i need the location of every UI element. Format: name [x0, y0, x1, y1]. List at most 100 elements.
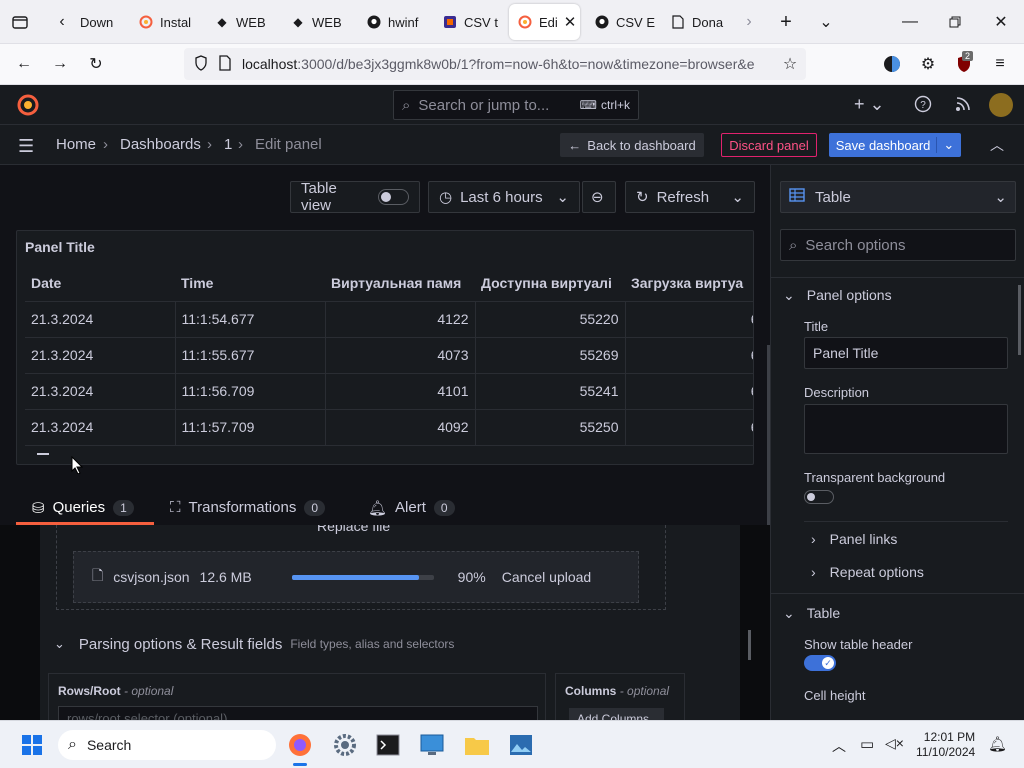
browser-tab-2[interactable]: Instal: [130, 4, 200, 40]
terminal-icon[interactable]: [372, 729, 404, 761]
windows-start-icon[interactable]: [16, 729, 48, 761]
tab-label: hwinf: [388, 14, 419, 30]
panel-links-section[interactable]: › Panel links: [811, 531, 897, 547]
breadcrumb-dashboard[interactable]: 1: [224, 136, 232, 153]
photo-app-icon[interactable]: [505, 729, 537, 761]
remote-desktop-icon[interactable]: [416, 729, 448, 761]
grafana-logo-icon[interactable]: [16, 93, 40, 120]
replace-file-link[interactable]: Replace file: [317, 525, 390, 534]
search-bar[interactable]: ⌕ Search or jump to... ⌨ ctrl+k: [393, 90, 639, 120]
list-all-tabs-icon[interactable]: ⌄: [814, 10, 838, 34]
column-header[interactable]: Загрузка виртуа: [625, 266, 753, 302]
visualization-picker[interactable]: Table ⌄: [780, 181, 1016, 213]
zoom-out-button[interactable]: ⊖: [582, 181, 616, 213]
show-hidden-icons-icon[interactable]: ︿: [832, 736, 846, 756]
breadcrumb-home[interactable]: Home: [56, 136, 96, 153]
extension-moon-icon[interactable]: [880, 52, 904, 76]
breadcrumb-dashboards[interactable]: Dashboards: [120, 136, 201, 153]
notification-bell-icon[interactable]: 🔔︎: [988, 735, 1007, 753]
panel-options-section[interactable]: ⌄ Panel options: [783, 287, 892, 304]
back-arrow-icon[interactable]: ←: [12, 52, 36, 76]
back-to-dashboard-button[interactable]: ← Back to dashboard: [560, 133, 704, 157]
bookmark-star-icon[interactable]: ☆: [778, 52, 802, 76]
tab-groups-icon[interactable]: [8, 10, 32, 34]
settings-gear-icon[interactable]: [329, 729, 361, 761]
close-window-icon[interactable]: ✕: [989, 10, 1013, 34]
firefox-icon[interactable]: [284, 729, 316, 761]
table-cell: 55241: [475, 373, 626, 410]
volume-muted-icon[interactable]: ◁×: [885, 735, 904, 752]
refresh-button[interactable]: ↻ Refresh ⌄: [625, 181, 755, 213]
table-cell: 21.3.2024: [25, 409, 176, 446]
search-options-input[interactable]: ⌕ Search options: [780, 229, 1016, 261]
browser-tab-6[interactable]: CSV t: [434, 4, 504, 40]
news-rss-icon[interactable]: [954, 95, 972, 116]
browser-tab-8[interactable]: CSV E: [586, 4, 660, 40]
close-tab-icon[interactable]: ✕: [564, 13, 577, 31]
url-bar[interactable]: localhost:3000/d/be3jx3ggmk8w0b/1?from=n…: [184, 48, 806, 80]
browser-tab-9[interactable]: Dona: [662, 4, 732, 40]
forward-arrow-icon[interactable]: →: [48, 52, 72, 76]
menu-toggle-icon[interactable]: ☰: [18, 136, 34, 157]
data-table: Date Time Виртуальная памя Доступна вирт…: [25, 266, 753, 446]
options-scrollbar[interactable]: [1018, 285, 1021, 355]
title-input[interactable]: Panel Title: [804, 337, 1008, 369]
save-dashboard-button[interactable]: Save dashboard ⌄: [829, 133, 961, 157]
rows-root-input[interactable]: rows/root selector (optional): [58, 706, 538, 720]
parsing-options-header[interactable]: ⌄ Parsing options & Result fields Field …: [40, 625, 740, 663]
table-view-toggle[interactable]: Table view: [290, 180, 420, 214]
tab-transformations[interactable]: ⛶ Transformations 0: [170, 490, 326, 525]
new-tab-icon[interactable]: +: [774, 10, 798, 34]
chevron-down-icon: ⌄: [994, 189, 1007, 206]
breadcrumb-separator: ›: [103, 136, 108, 153]
scroll-tabs-right-icon[interactable]: ›: [737, 10, 761, 34]
restore-icon[interactable]: [943, 10, 967, 34]
tab-queries[interactable]: ⛁ Queries 1: [32, 490, 134, 525]
chevron-up-icon[interactable]: ︿: [990, 135, 1004, 155]
vertical-scrollbar[interactable]: [748, 630, 751, 660]
file-explorer-icon[interactable]: [461, 729, 493, 761]
chevron-down-icon[interactable]: ⌄: [936, 137, 954, 153]
system-clock[interactable]: 12:01 PM 11/10/2024: [916, 730, 975, 760]
scroll-tabs-left-icon[interactable]: ‹: [50, 10, 74, 34]
user-avatar[interactable]: [989, 93, 1013, 117]
browser-tab-5[interactable]: hwinf: [358, 4, 430, 40]
shield-icon[interactable]: [194, 54, 208, 74]
cancel-upload-button[interactable]: Cancel upload: [502, 569, 592, 585]
url-path: :3000/d/be3jx3ggmk8w0b/1?from=now-6h&to=…: [297, 56, 755, 72]
description-textarea[interactable]: [804, 404, 1008, 454]
column-header[interactable]: Доступна виртуалі: [475, 266, 625, 302]
add-columns-button[interactable]: Add Columns: [569, 708, 664, 720]
toggle-switch[interactable]: [377, 189, 409, 205]
transparent-background-toggle[interactable]: [804, 490, 834, 504]
discard-panel-button[interactable]: Discard panel: [721, 133, 817, 157]
network-icon[interactable]: ▭: [860, 735, 874, 753]
show-header-toggle[interactable]: ✓: [804, 655, 836, 671]
help-icon[interactable]: ?: [914, 95, 932, 116]
column-header[interactable]: Time: [175, 266, 325, 302]
extensions-puzzle-icon[interactable]: ⚙: [916, 52, 940, 76]
page-info-icon[interactable]: [218, 54, 232, 74]
menu-hamburger-icon[interactable]: ≡: [988, 52, 1012, 76]
reload-icon[interactable]: ↻: [84, 52, 108, 76]
browser-tab-1[interactable]: Down: [72, 4, 128, 40]
taskbar-search[interactable]: ⌕ Search: [58, 730, 276, 760]
browser-tab-3[interactable]: ◆ WEB: [206, 4, 276, 40]
browser-tab-4[interactable]: ◆ WEB: [282, 4, 352, 40]
browser-tab-active[interactable]: Edi ✕: [509, 4, 580, 40]
clock-icon: ◷: [439, 189, 453, 206]
table-cell: 21.3.2024: [25, 301, 176, 338]
table-options-section[interactable]: ⌄ Table: [783, 605, 840, 622]
alert-count: 0: [433, 499, 455, 516]
github-logo-icon: [594, 14, 610, 30]
time-range-picker[interactable]: ◷ Last 6 hours ⌄: [428, 181, 580, 213]
chevron-down-icon: ⌄: [556, 189, 569, 206]
file-size: 12.6 MB: [199, 569, 252, 585]
column-header[interactable]: Date: [25, 266, 175, 302]
minimize-icon[interactable]: —: [898, 10, 922, 34]
add-new-icon[interactable]: + ⌄: [854, 94, 885, 115]
column-header[interactable]: Виртуальная памя: [325, 266, 475, 302]
tab-alert[interactable]: 🔔︎ Alert 0: [368, 490, 455, 525]
repeat-options-section[interactable]: › Repeat options: [811, 564, 924, 580]
pagination-handle[interactable]: [37, 453, 49, 455]
